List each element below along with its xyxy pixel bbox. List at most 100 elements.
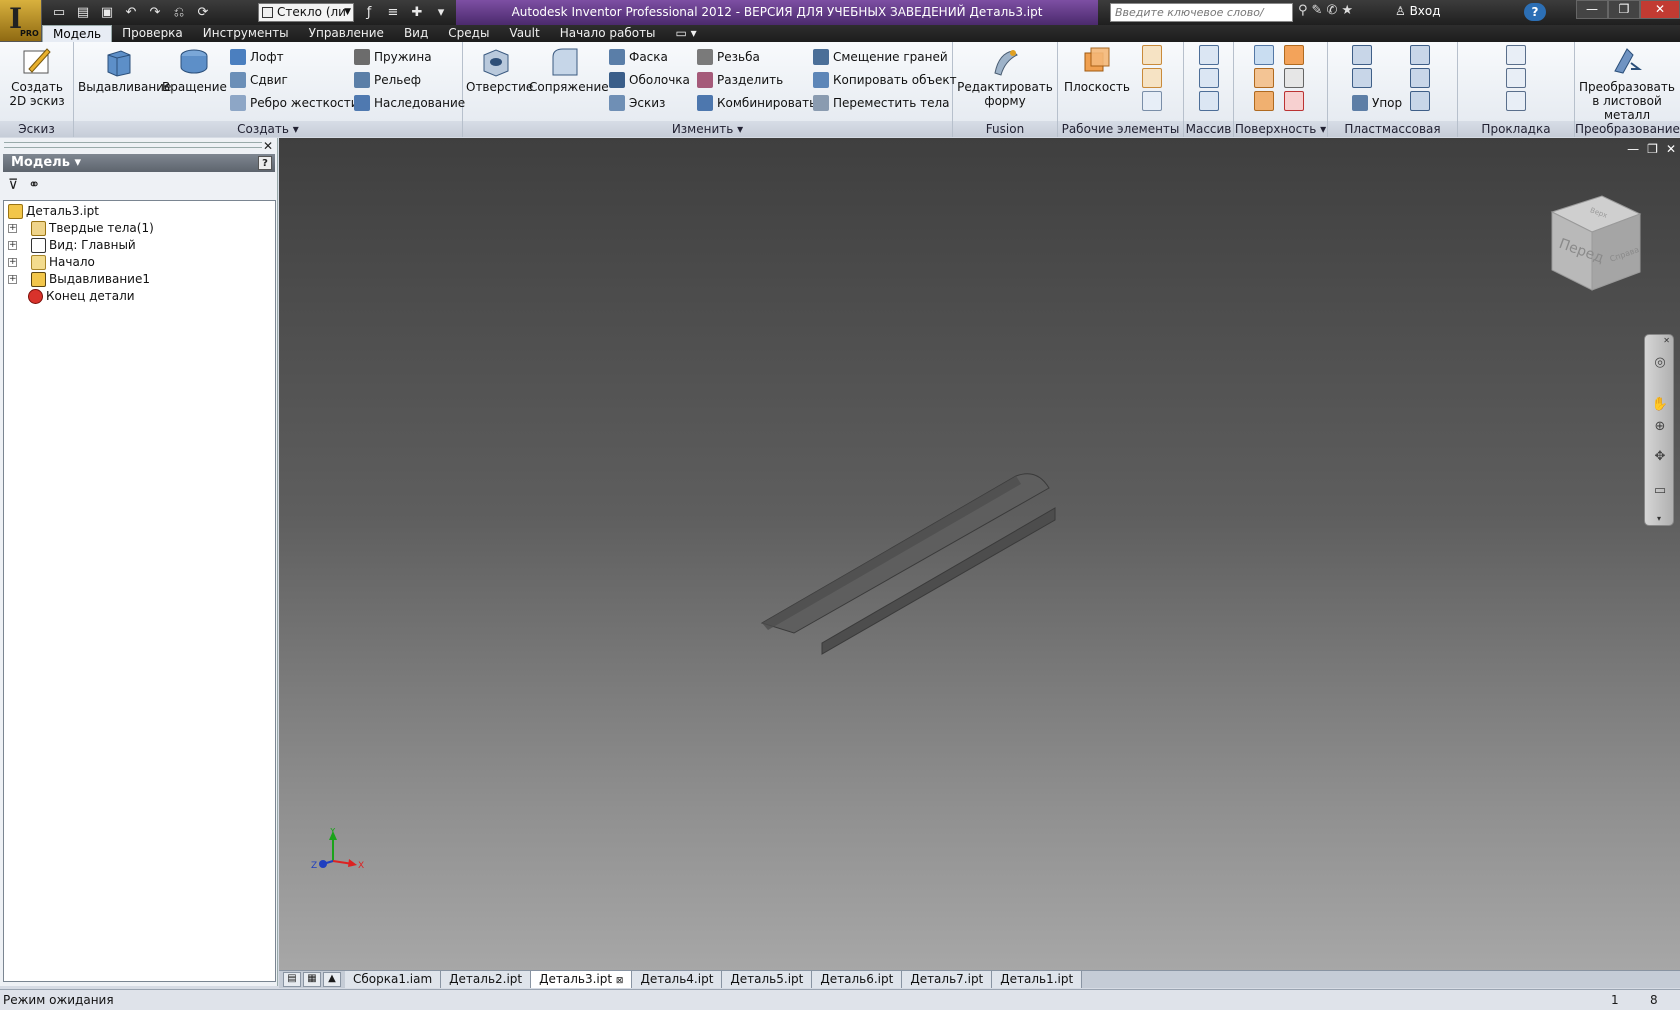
lip-icon[interactable] (1410, 91, 1430, 111)
derive-button[interactable]: Наследование (354, 93, 465, 113)
save-icon[interactable]: ▣ (96, 4, 118, 22)
fillet-button[interactable]: Сопряжение (529, 45, 609, 94)
tree-node-origin[interactable]: + Начало (8, 253, 95, 271)
cascade-windows-icon[interactable]: ▤ (283, 972, 301, 987)
chamfer-button[interactable]: Фаска (609, 47, 668, 67)
trim-icon[interactable] (1284, 68, 1304, 88)
doc-tab-part4[interactable]: Деталь4.ipt (632, 971, 723, 988)
tab-get-started[interactable]: Начало работы (550, 25, 666, 42)
binoculars-icon[interactable]: ⚲ (1298, 3, 1308, 18)
shell-button[interactable]: Оболочка (609, 70, 690, 90)
rule-fillet-icon[interactable] (1410, 68, 1430, 88)
move-bodies-button[interactable]: Переместить тела (813, 93, 950, 113)
undo-icon[interactable]: ↶ (120, 4, 142, 22)
doc-tab-part5[interactable]: Деталь5.ipt (722, 971, 813, 988)
doc-tab-part7[interactable]: Деталь7.ipt (902, 971, 993, 988)
search-input[interactable]: Введите ключевое слово/фразу (1110, 3, 1293, 36)
function-icon[interactable]: ƒ (358, 4, 380, 22)
plus-icon[interactable]: ✚ (406, 4, 428, 22)
tab-vault[interactable]: Vault (499, 25, 549, 42)
harness-cable-icon[interactable] (1506, 91, 1526, 111)
plane-button[interactable]: Плоскость (1064, 45, 1130, 94)
sweep-button[interactable]: Сдвиг (230, 70, 288, 90)
split-button[interactable]: Разделить (697, 70, 783, 90)
panel-title-surface[interactable]: Поверхность ▾ (1234, 121, 1327, 137)
stitch-icon[interactable] (1254, 68, 1274, 88)
find-icon[interactable]: ⚭ (28, 177, 40, 193)
orbit-icon[interactable]: ✥ (1651, 449, 1669, 467)
emboss-button[interactable]: Рельеф (354, 70, 421, 90)
tree-node-solid-bodies[interactable]: + Твердые тела(1) (8, 219, 154, 237)
extrude-button[interactable]: Выдавливание (78, 45, 171, 94)
filter-icon[interactable]: ⊽ (8, 177, 18, 193)
rest-button[interactable]: Упор (1352, 93, 1402, 113)
login-button[interactable]: ♙ Вход (1395, 4, 1441, 18)
tab-inspect[interactable]: Проверка (112, 25, 193, 42)
tab-list-icon[interactable]: ▲ (323, 972, 341, 987)
panel-title-create[interactable]: Создать ▾ (74, 121, 462, 137)
viewcube[interactable]: Перед Справа Верх (1540, 190, 1650, 300)
update-icon[interactable]: ⟳ (192, 4, 214, 22)
graphics-viewport[interactable]: — ❐ ✕ Перед Справа Верх ✕ ◎ ✋ ⊕ ✥ ▭ ▾ Y … (279, 138, 1680, 970)
browser-header[interactable]: Модель ▾ ? (3, 154, 275, 172)
tree-node-end-of-part[interactable]: Конец детали (8, 287, 135, 305)
expand-icon[interactable]: + (8, 257, 17, 267)
tree-node-extrude[interactable]: + Выдавливание1 (8, 270, 150, 288)
navbar-close-icon[interactable]: ✕ (1663, 336, 1670, 345)
ribbon-options-icon[interactable]: ▭ ▾ (666, 25, 707, 42)
minimize-button[interactable]: — (1576, 0, 1608, 19)
doc-tab-part1[interactable]: Деталь1.ipt (992, 971, 1083, 988)
tab-tools[interactable]: Инструменты (193, 25, 299, 42)
snap-fit-icon[interactable] (1410, 45, 1430, 65)
mirror-icon[interactable] (1199, 91, 1219, 111)
doc-tab-part2[interactable]: Деталь2.ipt (441, 971, 532, 988)
create-sketch-button[interactable]: Создать 2D эскиз (6, 45, 68, 108)
browser-help-button[interactable]: ? (258, 156, 272, 170)
new-file-icon[interactable]: ▭ (48, 4, 70, 22)
work-axis-icon[interactable] (1142, 45, 1162, 65)
return-icon[interactable]: ⎌ (168, 4, 190, 22)
patch-icon[interactable] (1284, 45, 1304, 65)
steering-wheel-icon[interactable]: ◎ (1651, 355, 1669, 373)
rectangular-pattern-icon[interactable] (1199, 45, 1219, 65)
open-file-icon[interactable]: ▤ (72, 4, 94, 22)
customize-dropdown-icon[interactable]: ▾ (430, 4, 452, 22)
delete-face-icon[interactable] (1284, 91, 1304, 111)
close-button[interactable]: ✕ (1640, 0, 1680, 19)
sculpt-icon[interactable] (1254, 91, 1274, 111)
boss-icon[interactable] (1352, 68, 1372, 88)
line-weight-icon[interactable]: ≡ (382, 4, 404, 22)
subscription-icon[interactable]: ✎ (1312, 3, 1323, 18)
loft-button[interactable]: Лофт (230, 47, 284, 67)
coil-button[interactable]: Пружина (354, 47, 432, 67)
expand-icon[interactable]: + (8, 274, 17, 284)
material-select[interactable]: Стекло (ли ▼ (258, 3, 354, 22)
thicken-icon[interactable] (1254, 45, 1274, 65)
harness-point-icon[interactable] (1506, 45, 1526, 65)
work-point-icon[interactable] (1142, 68, 1162, 88)
combine-button[interactable]: Комбинировать (697, 93, 816, 113)
zoom-icon[interactable]: ⊕ (1651, 419, 1669, 437)
application-menu-button[interactable]: I PRO (0, 0, 42, 42)
close-tab-icon[interactable]: ⊠ (616, 976, 624, 986)
expand-icon[interactable]: + (8, 223, 17, 233)
harness-wire-icon[interactable] (1506, 68, 1526, 88)
convert-to-sheet-metal-button[interactable]: Преобразовать в листовой металл (1577, 45, 1677, 122)
tab-environments[interactable]: Среды (438, 25, 499, 42)
doc-tab-part6[interactable]: Деталь6.ipt (812, 971, 903, 988)
look-at-icon[interactable]: ▭ (1651, 483, 1669, 501)
revolve-button[interactable]: Вращение (162, 45, 227, 94)
redo-icon[interactable]: ↷ (144, 4, 166, 22)
pan-icon[interactable]: ✋ (1651, 397, 1669, 415)
navbar-options-icon[interactable]: ▾ (1657, 514, 1661, 523)
hole-button[interactable]: Отверстие (466, 45, 533, 94)
tile-windows-icon[interactable]: ▦ (303, 972, 321, 987)
rib-button[interactable]: Ребро жесткости (230, 93, 359, 113)
tree-node-view[interactable]: + Вид: Главный (8, 236, 136, 254)
thread-button[interactable]: Резьба (697, 47, 760, 67)
tree-node-part[interactable]: Деталь3.ipt (8, 202, 99, 220)
copy-object-button[interactable]: Копировать объект (813, 70, 957, 90)
help-button[interactable]: ? (1524, 3, 1546, 21)
favorites-icon[interactable]: ★ (1341, 3, 1353, 18)
browser-grip[interactable] (4, 142, 262, 148)
